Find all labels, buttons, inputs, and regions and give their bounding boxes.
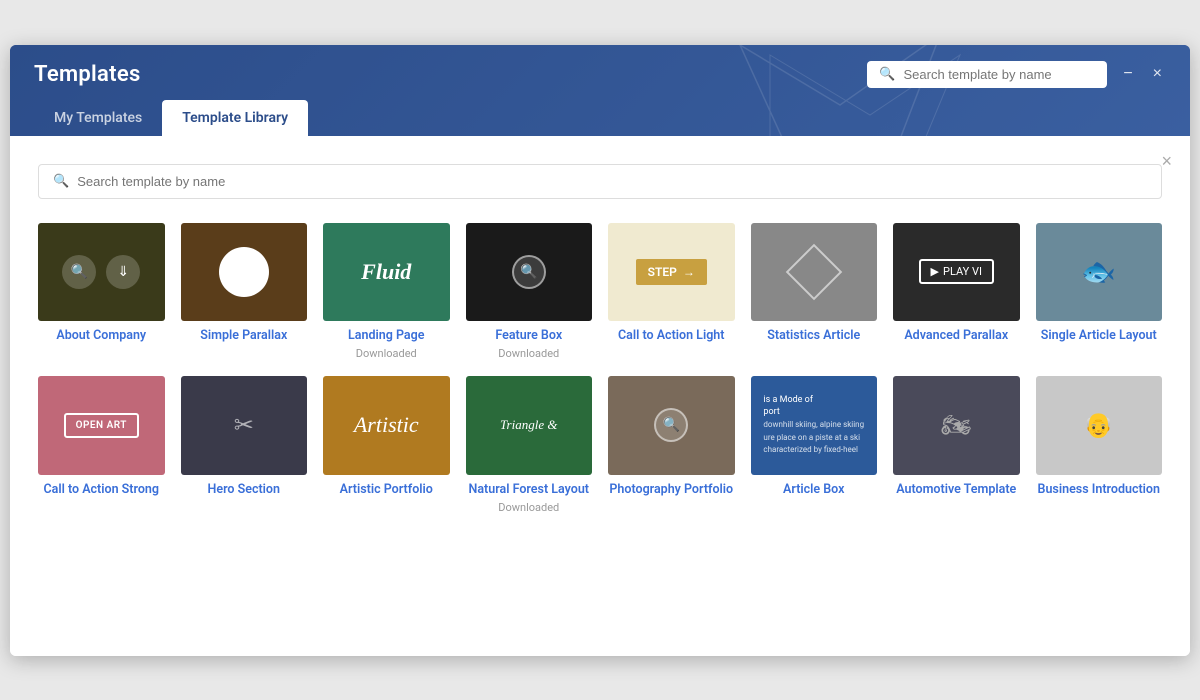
content-search-icon: 🔍 bbox=[53, 174, 69, 189]
thumb-statistics-article bbox=[751, 223, 878, 322]
thumb-cta-strong: OPEN ART bbox=[38, 376, 165, 475]
window-close-button[interactable]: × bbox=[1149, 64, 1166, 84]
thumb-single-article: 🐟 bbox=[1036, 223, 1163, 322]
template-name-photography-portfolio: Photography Portfolio bbox=[609, 482, 733, 499]
template-article-box[interactable]: is a Mode ofportdownhill skiing, alpine … bbox=[751, 376, 878, 514]
template-cta-light[interactable]: STEP→ Call to Action Light bbox=[608, 223, 735, 361]
content-search-input[interactable] bbox=[77, 174, 1147, 189]
template-business-introduction[interactable]: 👴 Business Introduction bbox=[1036, 376, 1163, 514]
template-cta-strong[interactable]: OPEN ART Call to Action Strong bbox=[38, 376, 165, 514]
template-badge-landing-page: Downloaded bbox=[356, 347, 417, 360]
open-art-button-decoration: OPEN ART bbox=[64, 413, 139, 438]
thumb-business-introduction: 👴 bbox=[1036, 376, 1163, 475]
thumb-landing-page: Fluid bbox=[323, 223, 450, 322]
template-name-article-box: Article Box bbox=[783, 482, 844, 499]
template-hero-section[interactable]: ✂ Hero Section bbox=[181, 376, 308, 514]
template-artistic-portfolio[interactable]: Artistic Artistic Portfolio bbox=[323, 376, 450, 514]
template-name-statistics-article: Statistics Article bbox=[767, 328, 860, 345]
template-name-landing-page: Landing Page bbox=[348, 328, 424, 345]
tab-template-library[interactable]: Template Library bbox=[162, 100, 308, 136]
feature-search-icon: 🔍 bbox=[512, 255, 546, 289]
circle-decoration bbox=[219, 247, 269, 297]
header-search-icon: 🔍 bbox=[879, 67, 895, 82]
artistic-text-decoration: Artistic bbox=[354, 412, 419, 438]
content-area: × 🔍 🔍 ⇓ About Company Simple Parallax bbox=[10, 136, 1190, 656]
moto-decoration: 🏍 bbox=[941, 411, 971, 439]
thumb-artistic-portfolio: Artistic bbox=[323, 376, 450, 475]
download-icon: ⇓ bbox=[106, 255, 140, 289]
diamond-decoration bbox=[785, 244, 842, 301]
template-name-feature-box: Feature Box bbox=[495, 328, 562, 345]
tab-my-templates[interactable]: My Templates bbox=[34, 100, 162, 136]
template-name-natural-forest: Natural Forest Layout bbox=[469, 482, 590, 499]
play-button-decoration: ▶PLAY VI bbox=[919, 259, 994, 284]
content-search-bar[interactable]: 🔍 bbox=[38, 164, 1162, 199]
template-name-business-introduction: Business Introduction bbox=[1038, 482, 1160, 499]
template-name-cta-strong: Call to Action Strong bbox=[43, 482, 159, 499]
window-controls: 🔍 − × bbox=[867, 61, 1166, 88]
templates-window: Templates 🔍 − × My Templates Template Li… bbox=[10, 45, 1190, 656]
search-icon: 🔍 bbox=[62, 255, 96, 289]
template-landing-page[interactable]: Fluid Landing Page Downloaded bbox=[323, 223, 450, 361]
header-search-box[interactable]: 🔍 bbox=[867, 61, 1107, 88]
template-statistics-article[interactable]: Statistics Article bbox=[751, 223, 878, 361]
article-box-text-decoration: is a Mode ofportdownhill skiing, alpine … bbox=[759, 390, 868, 461]
template-name-artistic-portfolio: Artistic Portfolio bbox=[340, 482, 433, 499]
fish-decoration: 🐟 bbox=[1081, 255, 1116, 288]
template-name-automotive: Automotive Template bbox=[896, 482, 1016, 499]
template-name-single-article: Single Article Layout bbox=[1041, 328, 1157, 345]
template-feature-box[interactable]: 🔍 Feature Box Downloaded bbox=[466, 223, 593, 361]
template-badge-natural-forest: Downloaded bbox=[498, 501, 559, 514]
thumb-automotive: 🏍 bbox=[893, 376, 1020, 475]
photo-search-icon: 🔍 bbox=[654, 408, 688, 442]
thumb-about-company: 🔍 ⇓ bbox=[38, 223, 165, 322]
thumb-natural-forest: Triangle & bbox=[466, 376, 593, 475]
template-simple-parallax[interactable]: Simple Parallax bbox=[181, 223, 308, 361]
minimize-button[interactable]: − bbox=[1119, 64, 1136, 84]
tab-bar: My Templates Template Library bbox=[34, 100, 1166, 136]
template-name-advanced-parallax: Advanced Parallax bbox=[904, 328, 1008, 345]
thumb-advanced-parallax: ▶PLAY VI bbox=[893, 223, 1020, 322]
thumb-simple-parallax bbox=[181, 223, 308, 322]
template-about-company[interactable]: 🔍 ⇓ About Company bbox=[38, 223, 165, 361]
thumb-feature-box: 🔍 bbox=[466, 223, 593, 322]
header-search-input[interactable] bbox=[904, 67, 1096, 82]
business-person-decoration: 👴 bbox=[1084, 411, 1114, 439]
content-close-button[interactable]: × bbox=[1161, 152, 1172, 170]
template-advanced-parallax[interactable]: ▶PLAY VI Advanced Parallax bbox=[893, 223, 1020, 361]
template-name-cta-light: Call to Action Light bbox=[618, 328, 724, 345]
template-name-hero-section: Hero Section bbox=[208, 482, 280, 499]
template-name-simple-parallax: Simple Parallax bbox=[200, 328, 287, 345]
thumb-article-box: is a Mode ofportdownhill skiing, alpine … bbox=[751, 376, 878, 475]
thumb-photography-portfolio: 🔍 bbox=[608, 376, 735, 475]
step-button-decoration: STEP→ bbox=[636, 259, 707, 285]
template-grid: 🔍 ⇓ About Company Simple Parallax Fluid bbox=[38, 223, 1162, 514]
hero-decoration: ✂ bbox=[234, 411, 254, 439]
template-automotive[interactable]: 🏍 Automotive Template bbox=[893, 376, 1020, 514]
template-natural-forest[interactable]: Triangle & Natural Forest Layout Downloa… bbox=[466, 376, 593, 514]
template-single-article-layout[interactable]: 🐟 Single Article Layout bbox=[1036, 223, 1163, 361]
triangle-text-decoration: Triangle & bbox=[496, 413, 561, 437]
template-photography-portfolio[interactable]: 🔍 Photography Portfolio bbox=[608, 376, 735, 514]
fluid-text: Fluid bbox=[361, 259, 411, 285]
template-name-about-company: About Company bbox=[56, 328, 146, 345]
template-badge-feature-box: Downloaded bbox=[498, 347, 559, 360]
thumb-hero-section: ✂ bbox=[181, 376, 308, 475]
header: Templates 🔍 − × My Templates Template Li… bbox=[10, 45, 1190, 136]
window-title: Templates bbox=[34, 62, 141, 87]
thumb-cta-light: STEP→ bbox=[608, 223, 735, 322]
